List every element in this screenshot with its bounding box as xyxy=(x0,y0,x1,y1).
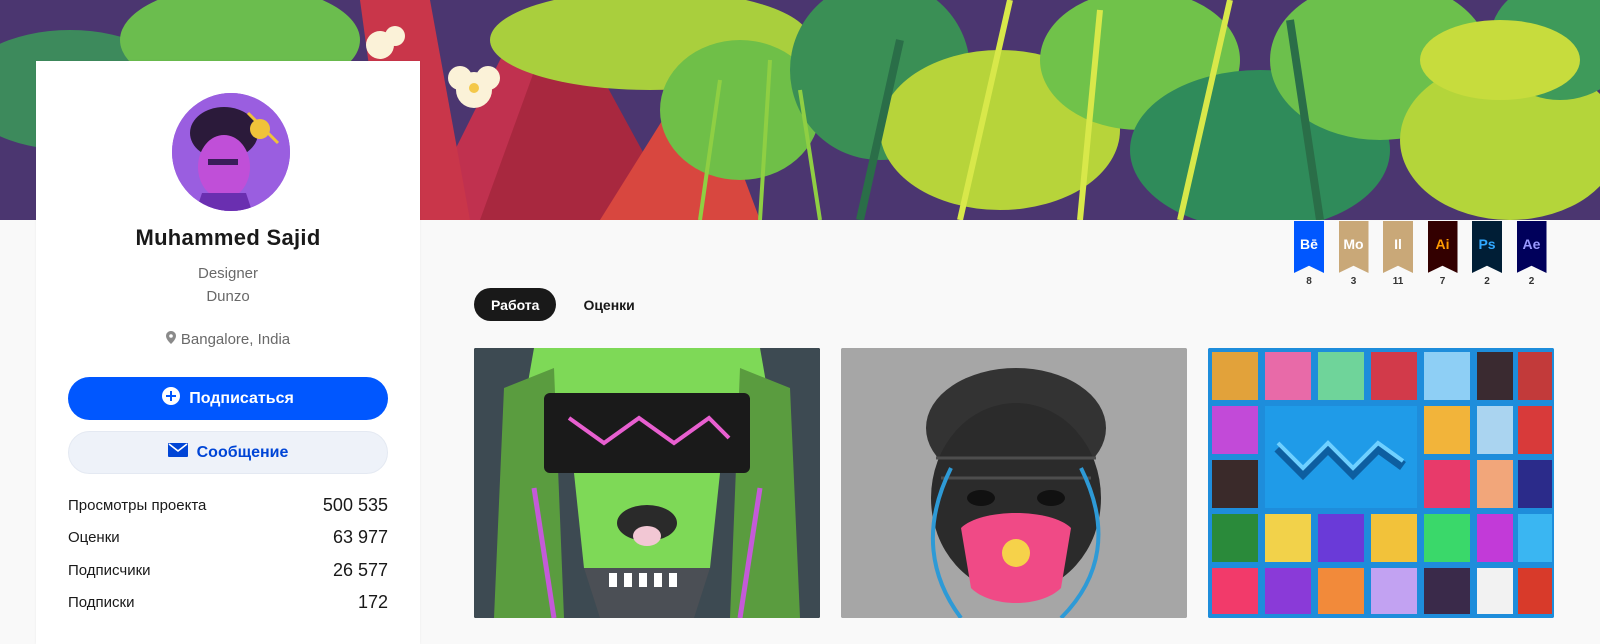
map-pin-icon xyxy=(165,331,176,348)
badge-ribbon: Ai xyxy=(1427,221,1458,273)
badge-count: 2 xyxy=(1484,276,1490,287)
project-card[interactable] xyxy=(474,348,820,618)
avatar-illustration xyxy=(172,93,290,211)
stat-following[interactable]: Подписки 172 xyxy=(68,587,388,620)
badge-ribbon: Bē xyxy=(1294,221,1324,273)
profile-company[interactable]: Dunzo xyxy=(36,288,420,305)
badge-after-effects[interactable]: Ae 2 xyxy=(1516,221,1547,287)
stat-value: 172 xyxy=(357,592,388,613)
stat-label: Просмотры проекта xyxy=(68,496,207,514)
profile-location[interactable]: Bangalore, India xyxy=(36,331,420,348)
badge-count: 8 xyxy=(1306,276,1312,287)
stat-value: 63 977 xyxy=(332,527,388,548)
badge-count: 3 xyxy=(1350,276,1357,287)
badge-behance[interactable]: Bē 8 xyxy=(1294,221,1324,287)
profile-tabs: Работа Оценки xyxy=(474,288,652,321)
location-text: Bangalore, India xyxy=(180,331,291,348)
badge-illustration[interactable]: Il 11 xyxy=(1383,221,1413,287)
badge-illustrator[interactable]: Ai 7 xyxy=(1427,221,1458,287)
envelope-icon xyxy=(167,443,188,462)
profile-card: Muhammed Sajid Designer Dunzo Bangalore,… xyxy=(36,61,420,644)
badge-count: 2 xyxy=(1528,276,1535,287)
project-cover-cyber-helmet xyxy=(474,348,820,618)
badge-photoshop[interactable]: Ps 2 xyxy=(1472,221,1502,287)
badge-ribbon: Mo xyxy=(1338,221,1369,273)
project-card[interactable] xyxy=(841,348,1187,618)
project-card[interactable] xyxy=(1208,348,1554,618)
message-label: Сообщение xyxy=(196,443,289,461)
project-cover-portrait-mask xyxy=(841,348,1187,618)
stat-project-views: Просмотры проекта 500 535 xyxy=(68,489,388,522)
tab-work[interactable]: Работа xyxy=(474,288,557,321)
badge-ribbon: Ae xyxy=(1516,221,1547,273)
avatar[interactable] xyxy=(172,93,290,211)
stat-label: Подписки xyxy=(68,594,135,612)
badge-count: 7 xyxy=(1439,276,1446,287)
stat-value: 500 535 xyxy=(322,494,388,515)
badges-row: Bē 8 Mo 3 Il 11 Ai 7 Ps 2 Ae 2 xyxy=(1294,221,1547,287)
badge-ribbon: Ps xyxy=(1472,221,1502,273)
stat-label: Оценки xyxy=(68,529,120,547)
tab-appreciations[interactable]: Оценки xyxy=(566,288,651,321)
stat-followers[interactable]: Подписчики 26 577 xyxy=(68,554,388,587)
stats-list: Просмотры проекта 500 535 Оценки 63 977 … xyxy=(68,489,388,619)
follow-button[interactable]: Подписаться xyxy=(68,377,388,420)
project-cover-avatar-grid xyxy=(1208,348,1554,618)
badge-motion[interactable]: Mo 3 xyxy=(1338,221,1369,287)
profile-occupation: Designer xyxy=(197,265,259,282)
stat-appreciations: Оценки 63 977 xyxy=(68,522,388,555)
badge-ribbon: Il xyxy=(1383,221,1413,273)
stat-label: Подписчики xyxy=(68,561,151,579)
plus-circle-icon xyxy=(162,387,181,410)
message-button[interactable]: Сообщение xyxy=(68,431,388,474)
profile-name: Muhammed Sajid xyxy=(135,225,321,250)
badge-count: 11 xyxy=(1392,276,1404,287)
stat-value: 26 577 xyxy=(332,559,388,580)
follow-label: Подписаться xyxy=(189,389,294,407)
